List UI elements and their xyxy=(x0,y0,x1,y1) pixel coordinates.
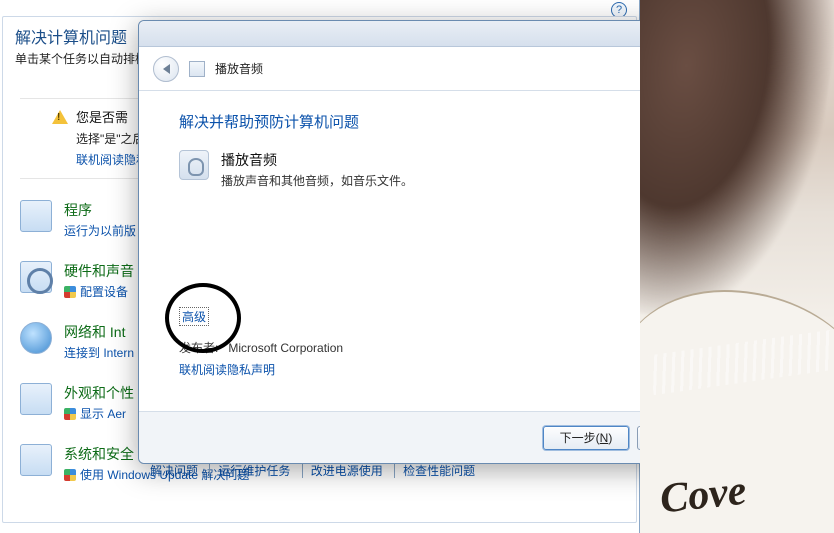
publisher-line: 发布者: Microsoft Corporation xyxy=(179,339,343,356)
shield-icon xyxy=(64,469,76,481)
desktop-wallpaper-strip: Cove xyxy=(640,0,834,533)
troubleshooter-item-title: 播放音频 xyxy=(221,150,711,170)
footer-links: 解决问题 运行维护任务 改进电源使用 检查性能问题 xyxy=(150,462,483,479)
hardware-icon xyxy=(20,261,52,293)
footer-link[interactable]: 运行维护任务 xyxy=(209,464,298,478)
troubleshooter-item: 播放音频 播放声音和其他音频，如音乐文件。 xyxy=(179,150,711,189)
dialog-section-title: 解决并帮助预防计算机问题 xyxy=(179,111,711,132)
dialog-header-title: 播放音频 xyxy=(215,60,263,77)
advanced-link[interactable]: 高级 xyxy=(179,307,209,326)
next-button[interactable]: 下一步(N) xyxy=(543,426,629,450)
shield-icon xyxy=(64,286,76,298)
network-icon xyxy=(20,322,52,354)
warning-title: 您是否需 xyxy=(76,107,128,126)
troubleshooter-item-desc: 播放声音和其他音频，如音乐文件。 xyxy=(221,172,711,189)
programs-icon xyxy=(20,200,52,232)
back-arrow-icon xyxy=(163,64,170,74)
footer-link[interactable]: 解决问题 xyxy=(150,464,206,478)
back-button[interactable] xyxy=(153,56,179,82)
publisher-label: 发布者: xyxy=(179,341,218,355)
photo-logo-text: Cove xyxy=(658,467,749,524)
privacy-link[interactable]: 联机阅读隐私声明 xyxy=(179,361,275,378)
footer-link[interactable]: 改进电源使用 xyxy=(302,464,391,478)
security-icon xyxy=(20,444,52,476)
audio-icon xyxy=(179,150,209,180)
page-title: 解决计算机问题 xyxy=(15,24,127,48)
troubleshooter-icon xyxy=(189,61,205,77)
footer-link[interactable]: 检查性能问题 xyxy=(394,464,483,478)
appearance-icon xyxy=(20,383,52,415)
photo-hair xyxy=(640,0,834,335)
publisher-value: Microsoft Corporation xyxy=(228,341,343,355)
shield-icon xyxy=(64,408,76,420)
warning-triangle-icon xyxy=(52,110,68,124)
